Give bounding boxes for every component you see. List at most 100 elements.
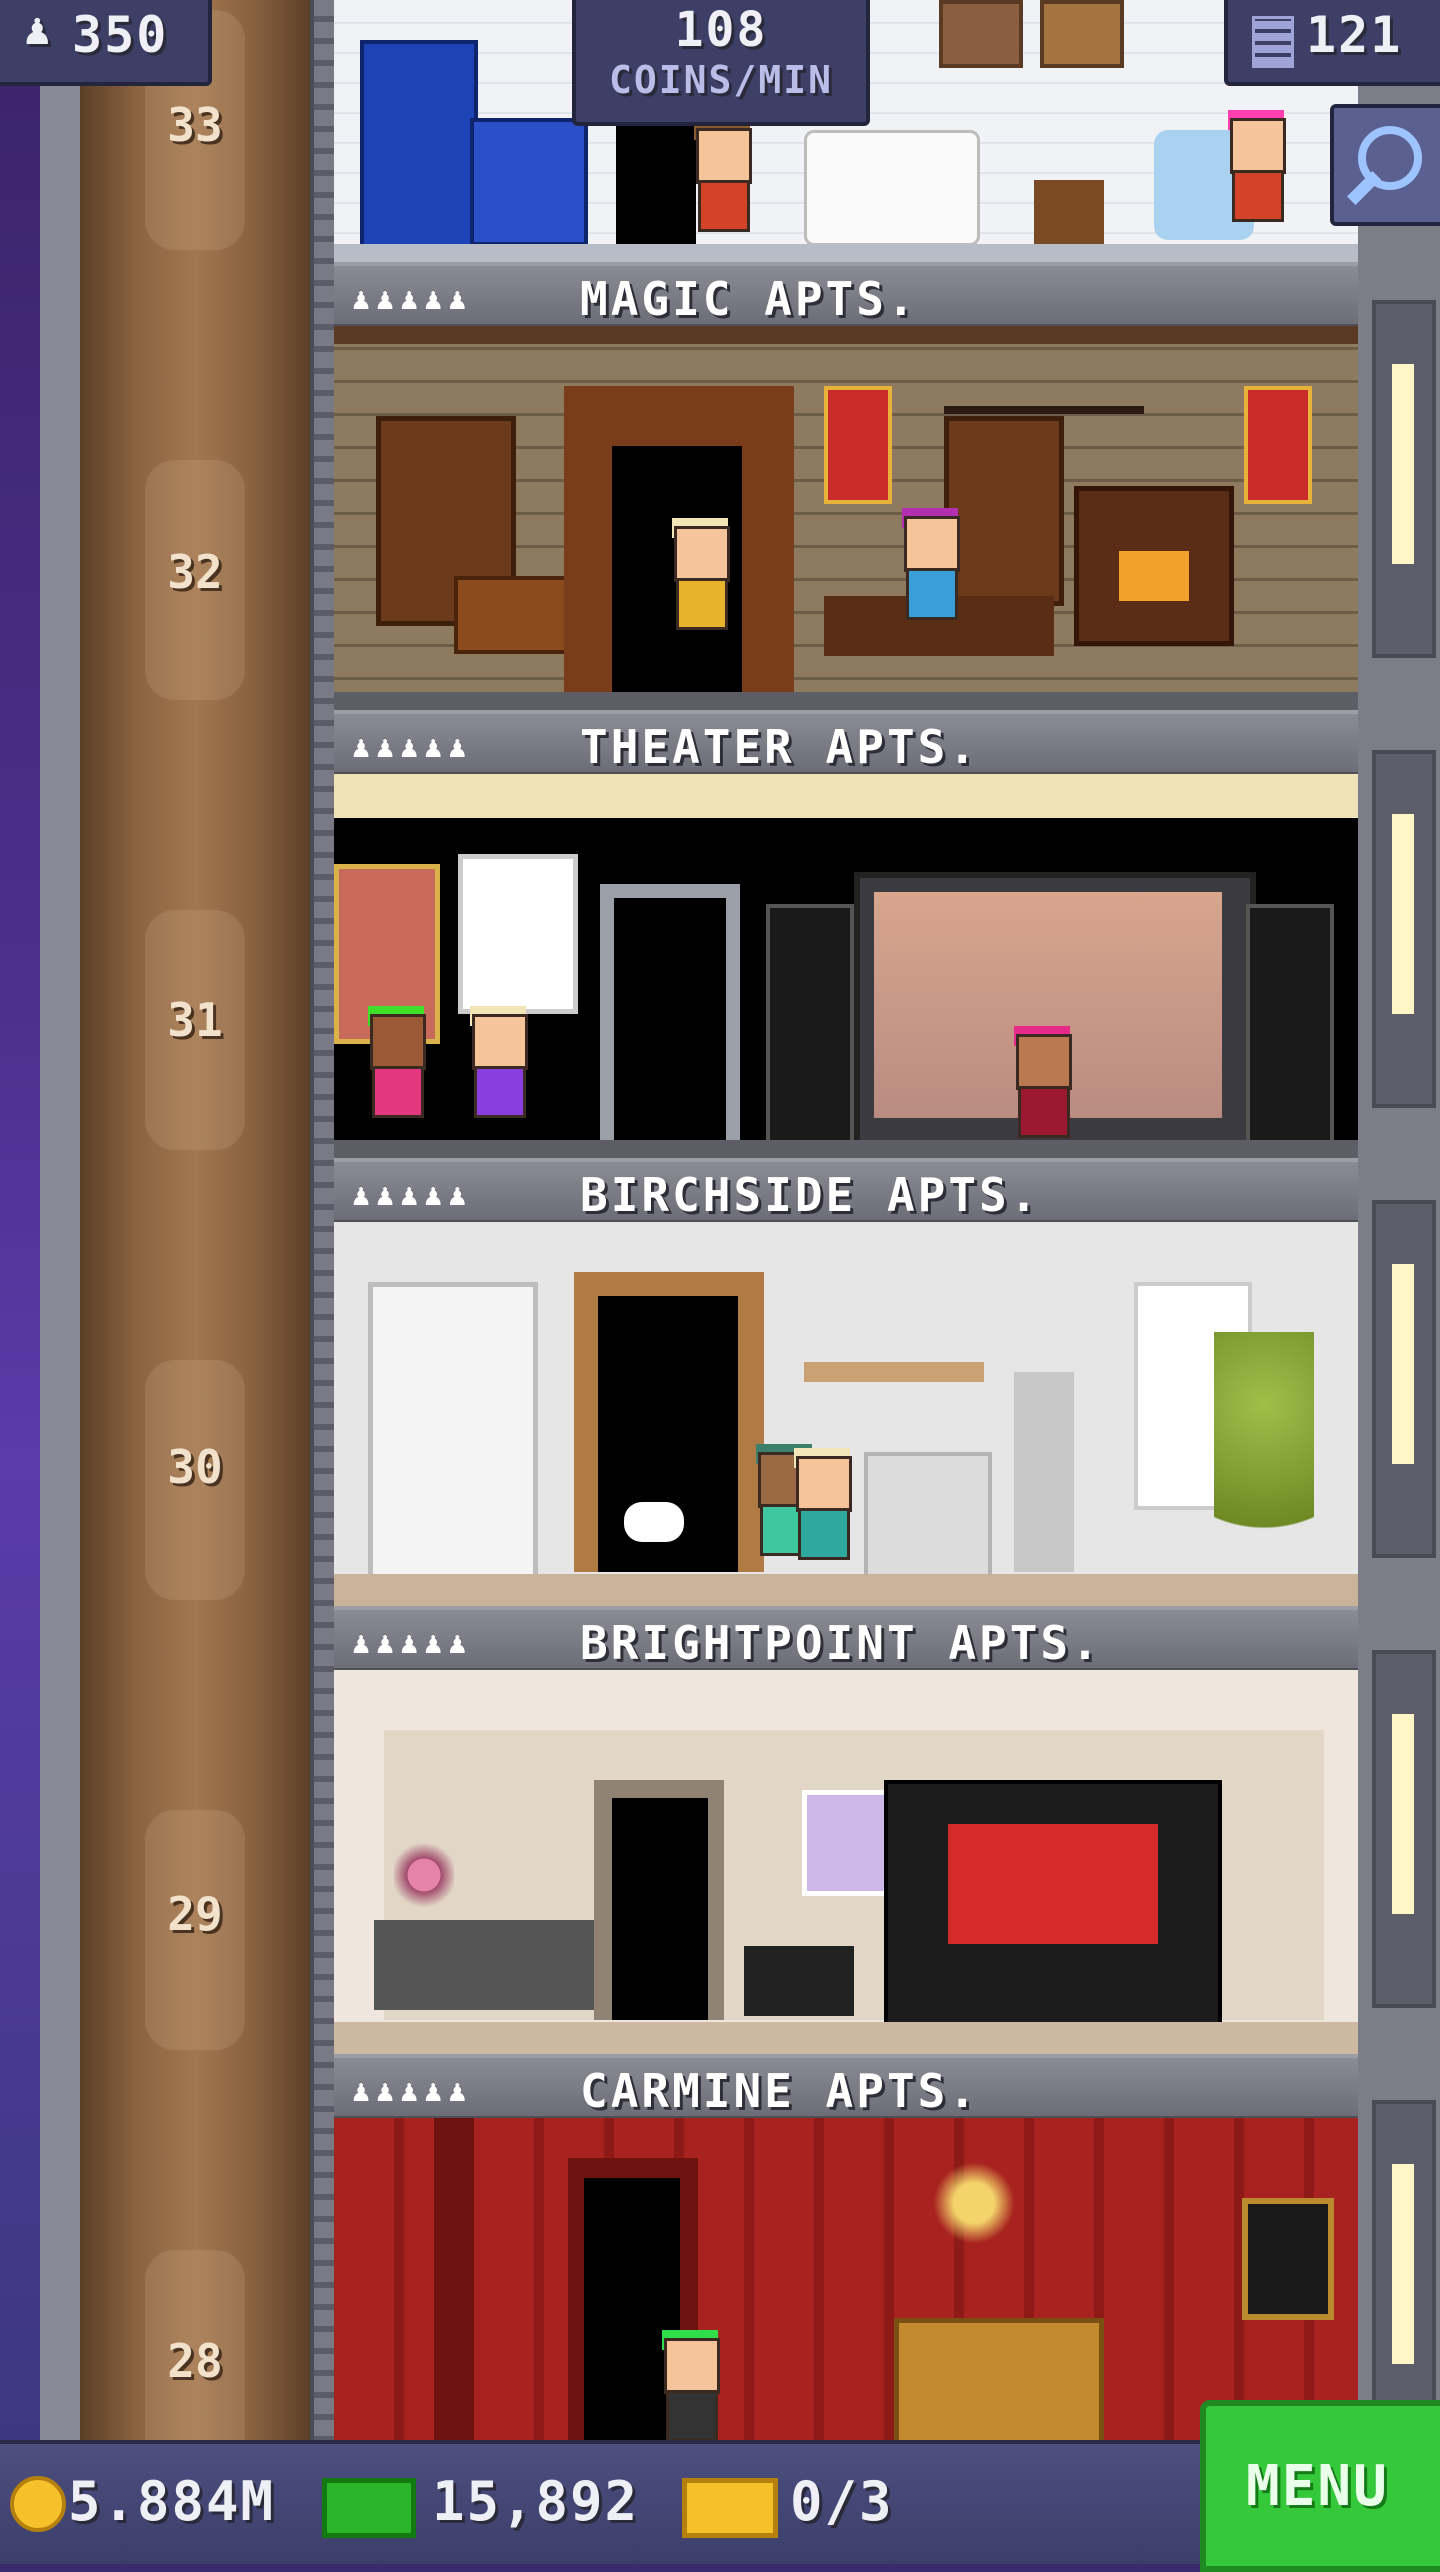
- fire: [1119, 551, 1189, 601]
- outer-wall: [40, 0, 84, 2440]
- floor-birchside-apts[interactable]: ♟♟♟♟♟ BIRCHSIDE APTS.: [334, 1158, 1358, 1606]
- resident[interactable]: [664, 518, 734, 636]
- fridge: [360, 40, 478, 248]
- occupancy-icons: ♟♟♟♟♟: [352, 282, 473, 317]
- flower-plant: [394, 1830, 454, 1920]
- magic-room: [334, 326, 1358, 710]
- occupancy-icons: ♟♟♟♟♟: [352, 730, 473, 765]
- wall-picture: [1242, 2198, 1334, 2320]
- floor-carmine-apts[interactable]: ♟♟♟♟♟ CARMINE APTS.: [334, 2054, 1358, 2440]
- floor-header: ♟♟♟♟♟ CARMINE APTS.: [334, 2054, 1358, 2122]
- stairwell-window: [1372, 1200, 1436, 1558]
- resident[interactable]: [462, 1006, 532, 1124]
- floor-name: THEATER APTS.: [580, 720, 980, 774]
- side-table: [1034, 180, 1104, 250]
- floor-brightpoint-apts[interactable]: ♟♟♟♟♟ BRIGHTPOINT APTS.: [334, 1606, 1358, 2054]
- chandelier: [944, 346, 1144, 414]
- floor-slab: [334, 1140, 1358, 1158]
- floor-lamp: [1014, 1372, 1074, 1572]
- resident[interactable]: [686, 120, 756, 238]
- stairwell-window: [1372, 300, 1436, 658]
- floor-header: ♟♟♟♟♟ BRIGHTPOINT APTS.: [334, 1606, 1358, 1674]
- occupancy-icons: ♟♟♟♟♟: [352, 2074, 473, 2109]
- wall-picture: [939, 0, 1023, 68]
- wall-picture: [1040, 0, 1124, 68]
- brightpoint-room: [334, 1670, 1358, 2054]
- building-icon: [1252, 16, 1294, 68]
- stairwell-window: [1372, 1650, 1436, 2008]
- tickets-value[interactable]: 0/3: [790, 2470, 894, 2533]
- white-bear: [804, 130, 980, 246]
- coins-per-min-value: 108: [674, 2, 768, 58]
- ceiling-lights-rail: [334, 774, 1358, 818]
- pillar: [434, 2118, 474, 2440]
- theater-room: [334, 774, 1358, 1158]
- record-player: [744, 1946, 854, 2016]
- population-value: 350: [72, 6, 169, 64]
- bookshelf: [368, 1282, 538, 1582]
- person-icon: ♟: [24, 4, 53, 55]
- entertainment-center: [884, 1780, 1222, 2028]
- stairwell-column: [1358, 0, 1440, 2458]
- house-banner: [1244, 386, 1312, 504]
- floor-number-31: 31: [167, 993, 223, 1047]
- floor-theater-apts[interactable]: ♟♟♟♟♟ THEATER APTS.: [334, 710, 1358, 1158]
- menu-button[interactable]: MENU: [1200, 2400, 1440, 2572]
- floor-slab: [334, 1574, 1358, 1606]
- birchside-room: [334, 1222, 1358, 1606]
- coins-per-min-label: COINS/MIN: [609, 58, 833, 102]
- coins-value[interactable]: 5.884M: [68, 2470, 275, 2533]
- floor-slab: [334, 244, 1358, 262]
- resident[interactable]: [654, 2330, 724, 2440]
- population-counter[interactable]: ♟ 350: [0, 0, 212, 86]
- house-banner: [824, 386, 892, 504]
- floor-slab: [334, 692, 1358, 710]
- search-button[interactable]: [1330, 104, 1440, 226]
- floor-name: BIRCHSIDE APTS.: [580, 1168, 1041, 1222]
- stairwell-window: [1372, 750, 1436, 1108]
- elevator-shaft[interactable]: 33 32 31 30 29 28: [80, 0, 310, 2490]
- floor-header: ♟♟♟♟♟ THEATER APTS.: [334, 710, 1358, 778]
- room-door: [612, 1798, 708, 2020]
- speaker: [766, 904, 854, 1152]
- floor-count-value: 121: [1306, 6, 1403, 64]
- floor-name: MAGIC APTS.: [580, 272, 918, 326]
- floor-name: CARMINE APTS.: [580, 2064, 980, 2118]
- occupancy-icons: ♟♟♟♟♟: [352, 1626, 473, 1661]
- floor-name: BRIGHTPOINT APTS.: [580, 1616, 1102, 1670]
- floor-header: ♟♟♟♟♟ BIRCHSIDE APTS.: [334, 1158, 1358, 1226]
- dining-table: [374, 1920, 604, 2010]
- room-door: [616, 126, 696, 252]
- floor-number-28: 28: [167, 2334, 223, 2388]
- coins-per-min-panel[interactable]: 108 COINS/MIN: [572, 0, 870, 126]
- resident[interactable]: [360, 1006, 430, 1124]
- occupancy-icons: ♟♟♟♟♟: [352, 1178, 473, 1213]
- resident[interactable]: [894, 508, 964, 626]
- floor-header: ♟♟♟♟♟ MAGIC APTS.: [334, 262, 1358, 330]
- menu-label: MENU: [1246, 2454, 1389, 2519]
- floor-number-29: 29: [167, 1887, 223, 1941]
- floor-slab: [334, 2022, 1358, 2054]
- floor-number-30: 30: [167, 1440, 223, 1494]
- floor-number-32: 32: [167, 545, 223, 599]
- floor-count-panel[interactable]: 121: [1224, 0, 1440, 86]
- golden-ticket-icon: [682, 2478, 778, 2538]
- stove: [470, 118, 588, 246]
- floor-number-33: 33: [167, 98, 223, 152]
- fireplace: [1074, 486, 1234, 646]
- wall-shelf: [804, 1362, 984, 1382]
- white-owl: [624, 1502, 684, 1542]
- sky-background: [0, 0, 40, 2440]
- resident[interactable]: [1006, 1026, 1076, 1144]
- ceiling-beam: [334, 326, 1358, 344]
- floor-magic-apts[interactable]: ♟♟♟♟♟ MAGIC APTS.: [334, 262, 1358, 710]
- speaker: [1246, 904, 1334, 1152]
- room-door: [614, 898, 726, 1154]
- bux-value[interactable]: 15,892: [432, 2470, 639, 2533]
- tv-screen[interactable]: [948, 1824, 1158, 1944]
- bed: [894, 2318, 1104, 2440]
- coin-icon: [10, 2476, 66, 2532]
- resident[interactable]: [786, 1448, 856, 1566]
- movie-poster: [458, 854, 578, 1014]
- resident[interactable]: [1220, 110, 1290, 228]
